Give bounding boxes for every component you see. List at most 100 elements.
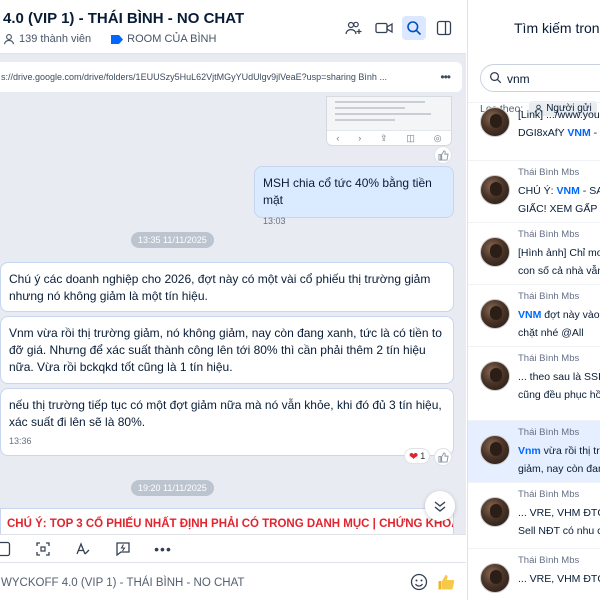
quick-message-button[interactable] bbox=[112, 538, 134, 560]
message-time: 13:36 bbox=[9, 436, 32, 446]
search-icon bbox=[489, 71, 502, 89]
emoji-button[interactable] bbox=[410, 573, 428, 596]
header-actions bbox=[342, 16, 456, 40]
composer-toolbar: ••• bbox=[0, 534, 466, 562]
avatar bbox=[480, 299, 510, 329]
lightning-message-icon bbox=[116, 541, 130, 556]
snippet-text: CHÚ Ý: bbox=[518, 185, 557, 197]
snippet-text: DGI8xAfY bbox=[518, 127, 568, 139]
screenshot-button[interactable] bbox=[32, 538, 54, 560]
result-snippet-line: cũng đều phục hồ bbox=[518, 387, 600, 403]
search-result-item[interactable]: Thái Bình Mbs VNM đợt này vào chặt nhé @Al… bbox=[468, 284, 600, 346]
avatar bbox=[480, 435, 510, 465]
back-arrow-icon: ‹ bbox=[336, 133, 340, 143]
image-attachment[interactable]: ‹ › ⇪ ◫ ◎ bbox=[326, 96, 452, 146]
message-text: Vnm vừa rồi thị trường giảm, nó không gi… bbox=[9, 326, 442, 374]
result-snippet-line: con số cả nhà vẫn bbox=[518, 263, 600, 279]
scroll-to-bottom-button[interactable] bbox=[425, 491, 455, 521]
search-result-item[interactable]: [Link] .../www.you DGI8xAfY VNM - S bbox=[468, 102, 600, 164]
search-query[interactable]: vnm bbox=[507, 72, 530, 86]
result-sender-name: Thái Bình Mbs bbox=[518, 489, 580, 500]
search-match-highlight: VNM bbox=[556, 185, 580, 197]
search-result-item[interactable]: Thái Bình Mbs [Hình ảnh] Chỉ mo con số cả … bbox=[468, 222, 600, 284]
avatar bbox=[480, 175, 510, 205]
result-snippet-line: chặt nhé @All bbox=[518, 325, 600, 341]
avatar bbox=[480, 237, 510, 267]
search-result-item[interactable]: Thái Bình Mbs Vnm vừa rồi thị tr giảm, nay… bbox=[468, 420, 600, 482]
member-count[interactable]: 139 thành viên bbox=[19, 33, 91, 45]
text-format-icon bbox=[76, 541, 90, 554]
sticker-button[interactable] bbox=[0, 538, 14, 560]
snippet-text: Sell NĐT có nhu c bbox=[518, 525, 600, 537]
date-divider: 19:20 11/11/2025 bbox=[131, 480, 214, 496]
image-content bbox=[335, 107, 405, 109]
like-reaction-button[interactable] bbox=[434, 146, 452, 164]
label-tag-icon bbox=[111, 34, 124, 44]
heart-reaction[interactable]: ❤ 1 bbox=[404, 448, 431, 464]
result-sender-name: Thái Bình Mbs bbox=[518, 427, 580, 438]
more-tools-button[interactable]: ••• bbox=[152, 538, 174, 560]
search-result-item[interactable]: Thái Bình Mbs ... VRE, VHM ĐTC: Sell NĐT c… bbox=[468, 482, 600, 544]
result-sender-name: Thái Bình Mbs bbox=[518, 353, 580, 364]
search-result-item[interactable]: Thái Bình Mbs ... theo sau là SSI, cũng đề… bbox=[468, 346, 600, 408]
pinned-link-url[interactable]: s://drive.google.com/drive/folders/1EUUS… bbox=[1, 72, 387, 82]
room-label[interactable]: ROOM CỦA BÌNH bbox=[127, 33, 216, 45]
result-snippet-line: VNM đợt này vào bbox=[518, 307, 600, 323]
avatar bbox=[480, 563, 510, 593]
result-sender-name: Thái Bình Mbs bbox=[518, 229, 580, 240]
result-snippet-line: ... VRE, VHM ĐTC: bbox=[518, 505, 600, 521]
result-sender-name: Thái Bình Mbs bbox=[518, 555, 580, 566]
image-content bbox=[335, 113, 431, 115]
video-camera-icon bbox=[375, 22, 393, 34]
search-input[interactable]: vnm bbox=[480, 64, 600, 92]
pinned-link-bar[interactable]: s://drive.google.com/drive/folders/1EUUS… bbox=[0, 62, 462, 92]
search-conversation-button[interactable] bbox=[402, 16, 426, 40]
result-snippet-line: [Link] .../www.you bbox=[518, 107, 600, 123]
search-match-highlight: VNM bbox=[518, 309, 542, 321]
message-time: 13:03 bbox=[263, 216, 286, 226]
snippet-text: - S bbox=[593, 127, 600, 139]
quick-like-button[interactable] bbox=[437, 573, 455, 596]
conversation-title[interactable]: 4.0 (VIP 1) - THÁI BÌNH - NO CHAT bbox=[3, 10, 244, 27]
thumbs-up-icon bbox=[438, 575, 455, 590]
smiley-icon bbox=[410, 573, 428, 591]
date-divider: 13:35 11/11/2025 bbox=[131, 232, 214, 248]
search-result-item[interactable]: Thái Bình Mbs CHÚ Ý: VNM - SA GIẤC! XEM GẤ… bbox=[468, 160, 600, 222]
message-input[interactable]: WYCKOFF 4.0 (VIP 1) - THÁI BÌNH - NO CHA… bbox=[1, 577, 244, 589]
snippet-text: - SA bbox=[582, 185, 600, 197]
message-composer[interactable]: WYCKOFF 4.0 (VIP 1) - THÁI BÌNH - NO CHA… bbox=[0, 562, 466, 600]
snippet-text: vừa rồi thị tr bbox=[540, 445, 600, 457]
message-bubble-own[interactable]: MSH chia cổ tức 40% bằng tiền mặt 13:03 bbox=[254, 166, 454, 226]
screenshot-icon bbox=[36, 541, 50, 556]
heart-icon: ❤ bbox=[409, 450, 419, 463]
message-text: Chú ý các doanh nghiệp cho 2026, đợt này… bbox=[9, 272, 431, 303]
search-panel: Tìm kiếm trong vnm Lọc theo: Người gửi [… bbox=[467, 0, 600, 600]
message-bubble[interactable]: Vnm vừa rồi thị trường giảm, nó không gi… bbox=[0, 316, 454, 384]
member-icon[interactable] bbox=[3, 33, 15, 45]
image-browser-bar: ‹ › ⇪ ◫ ◎ bbox=[327, 130, 451, 145]
result-snippet-line: giảm, nay còn đan bbox=[518, 461, 600, 477]
message-bubble[interactable]: nếu thị trường tiếp tục có một đợt giảm … bbox=[0, 388, 454, 456]
format-text-button[interactable] bbox=[72, 538, 94, 560]
chat-header: 4.0 (VIP 1) - THÁI BÌNH - NO CHAT 139 th… bbox=[0, 0, 466, 54]
snippet-text: chặt nhé @All bbox=[518, 327, 584, 339]
message-text: nếu thị trường tiếp tục có một đợt giảm … bbox=[9, 398, 442, 429]
toggle-info-panel-button[interactable] bbox=[432, 16, 456, 40]
avatar bbox=[480, 497, 510, 527]
add-member-button[interactable] bbox=[342, 16, 366, 40]
result-snippet-line: [Hình ảnh] Chỉ mo bbox=[518, 245, 600, 261]
search-result-item[interactable]: Thái Bình Mbs ... VRE, VHM ĐTC: bbox=[468, 548, 600, 600]
result-snippet-line: Sell NĐT có nhu c bbox=[518, 523, 600, 539]
double-chevron-down-icon bbox=[434, 501, 446, 512]
search-panel-title: Tìm kiếm trong bbox=[514, 20, 600, 36]
search-icon bbox=[407, 21, 422, 36]
result-snippet-line: ... theo sau là SSI, bbox=[518, 369, 600, 385]
search-match-highlight: Vnm bbox=[518, 445, 541, 457]
result-snippet-line: DGI8xAfY VNM - S bbox=[518, 125, 600, 141]
video-call-button[interactable] bbox=[372, 16, 396, 40]
like-reaction-button[interactable] bbox=[434, 448, 452, 466]
more-options-icon[interactable]: ••• bbox=[440, 70, 451, 84]
snippet-text: GIẤC! XEM GẤP | C bbox=[518, 203, 600, 215]
message-bubble[interactable]: Chú ý các doanh nghiệp cho 2026, đợt này… bbox=[0, 262, 454, 312]
result-snippet-line: Vnm vừa rồi thị tr bbox=[518, 443, 600, 459]
